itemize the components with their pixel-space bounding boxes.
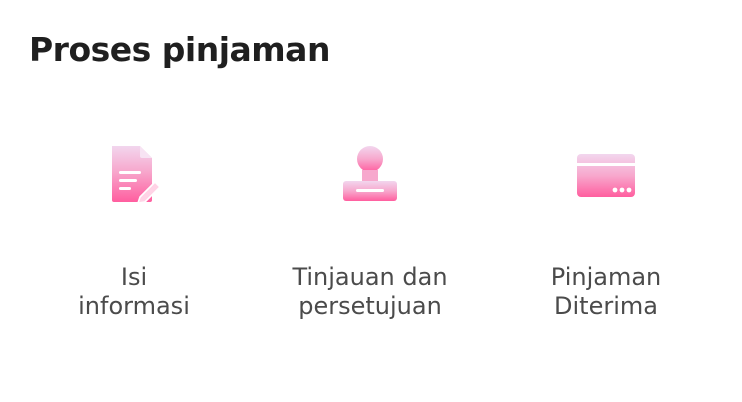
card-icon — [577, 154, 635, 197]
step-label: Tinjauan dan persetujuan — [292, 263, 448, 320]
step-fill-information: Isi informasi — [24, 142, 244, 321]
stamp-icon — [343, 146, 397, 201]
step-loan-received: Pinjaman Diterima — [496, 142, 716, 321]
page-title: Proses pinjaman — [29, 30, 330, 69]
step-label: Pinjaman Diterima — [550, 263, 662, 320]
document-edit-icon — [112, 146, 162, 204]
step-review-approval: Tinjauan dan persetujuan — [260, 142, 480, 321]
step-label: Isi informasi — [78, 263, 190, 320]
